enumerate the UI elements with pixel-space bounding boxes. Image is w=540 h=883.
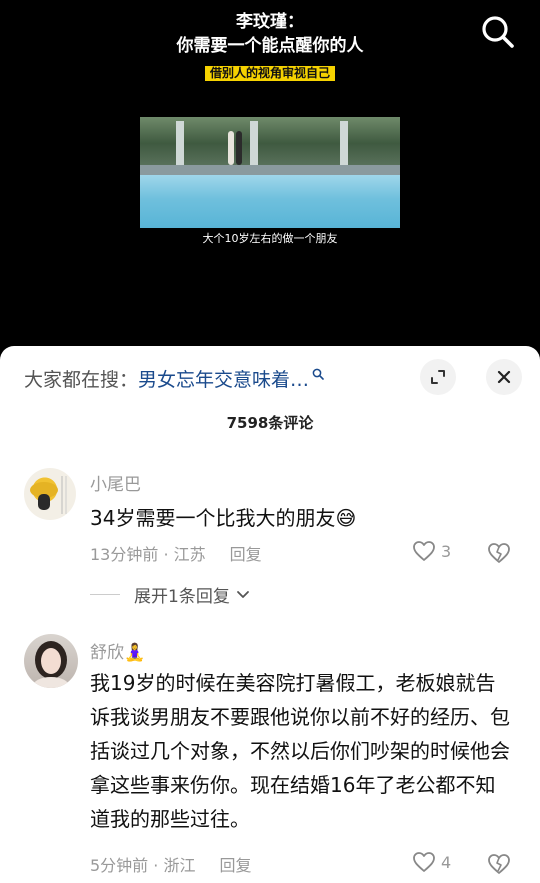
small-search-icon	[312, 368, 324, 380]
video-pillar	[340, 121, 348, 165]
avatar-portrait-icon	[33, 641, 69, 688]
comment-time-location: 13分钟前 · 江苏	[90, 545, 206, 564]
comment-author[interactable]: 小尾巴	[90, 470, 141, 495]
close-button[interactable]	[486, 359, 522, 395]
video-pool-deck	[140, 165, 400, 175]
search-icon[interactable]	[478, 12, 518, 52]
comment-text: 34岁需要一个比我大的朋友😅	[90, 506, 357, 530]
expand-replies-button[interactable]: 展开1条回复	[90, 582, 250, 607]
video-pool	[140, 175, 400, 228]
expand-divider	[90, 594, 120, 595]
like-button[interactable]: 4	[412, 851, 451, 873]
heart-icon	[413, 541, 435, 561]
trending-search[interactable]: 大家都在搜： 男女忘年交意味着…	[24, 358, 324, 398]
video-person	[236, 131, 242, 165]
video-person	[228, 131, 234, 165]
comment-count: 7598条评论	[226, 414, 314, 432]
trending-search-term[interactable]: 男女忘年交意味着…	[138, 365, 309, 392]
comment-meta: 5分钟前 · 浙江 回复	[90, 852, 251, 876]
video-title-line2: 你需要一个能点醒你的人	[176, 36, 364, 56]
comment-meta: 13分钟前 · 江苏 回复	[90, 541, 262, 565]
comment-time-location: 5分钟前 · 浙江	[90, 856, 196, 875]
video-tag-wrap: 借别人的视角审视自己	[0, 62, 540, 81]
chevron-down-icon	[236, 590, 249, 598]
video-pillar	[176, 121, 184, 165]
comment-text: 我19岁的时候在美容院打暑假工，老板娘就告诉我谈男朋友不要跟他说你以前不好的经历…	[90, 671, 510, 831]
trending-search-prefix: 大家都在搜：	[24, 368, 139, 391]
avatar[interactable]	[24, 468, 76, 520]
broken-heart-icon[interactable]	[486, 852, 512, 876]
like-count: 4	[441, 852, 452, 872]
avatar-figure-icon	[30, 476, 67, 514]
like-count: 3	[441, 541, 452, 561]
expand-icon	[431, 370, 445, 384]
reply-button[interactable]: 回复	[219, 856, 251, 875]
avatar[interactable]	[24, 634, 78, 688]
video-title-line1: 李玟瑾：	[236, 12, 304, 32]
video-tag: 借别人的视角审视自己	[204, 66, 335, 81]
video-player[interactable]: 李玟瑾： 你需要一个能点醒你的人 借别人的视角审视自己 大个10岁左右的做一个朋…	[0, 0, 540, 350]
expand-button[interactable]	[420, 359, 456, 395]
video-frame	[140, 117, 400, 228]
heart-icon	[413, 852, 435, 872]
comment-author[interactable]: 舒欣🧘‍♀️	[90, 638, 145, 663]
expand-replies-label: 展开1条回复	[134, 587, 230, 607]
comment-sheet: 大家都在搜： 男女忘年交意味着… 7598条评论 小尾巴 34岁需要一个比我大的…	[0, 346, 540, 883]
reply-button[interactable]: 回复	[230, 545, 262, 564]
like-button[interactable]: 3	[412, 540, 451, 562]
video-pillar	[250, 121, 258, 165]
broken-heart-icon[interactable]	[486, 541, 512, 565]
video-subtitle: 大个10岁左右的做一个朋友	[202, 232, 338, 245]
close-icon	[497, 370, 511, 384]
